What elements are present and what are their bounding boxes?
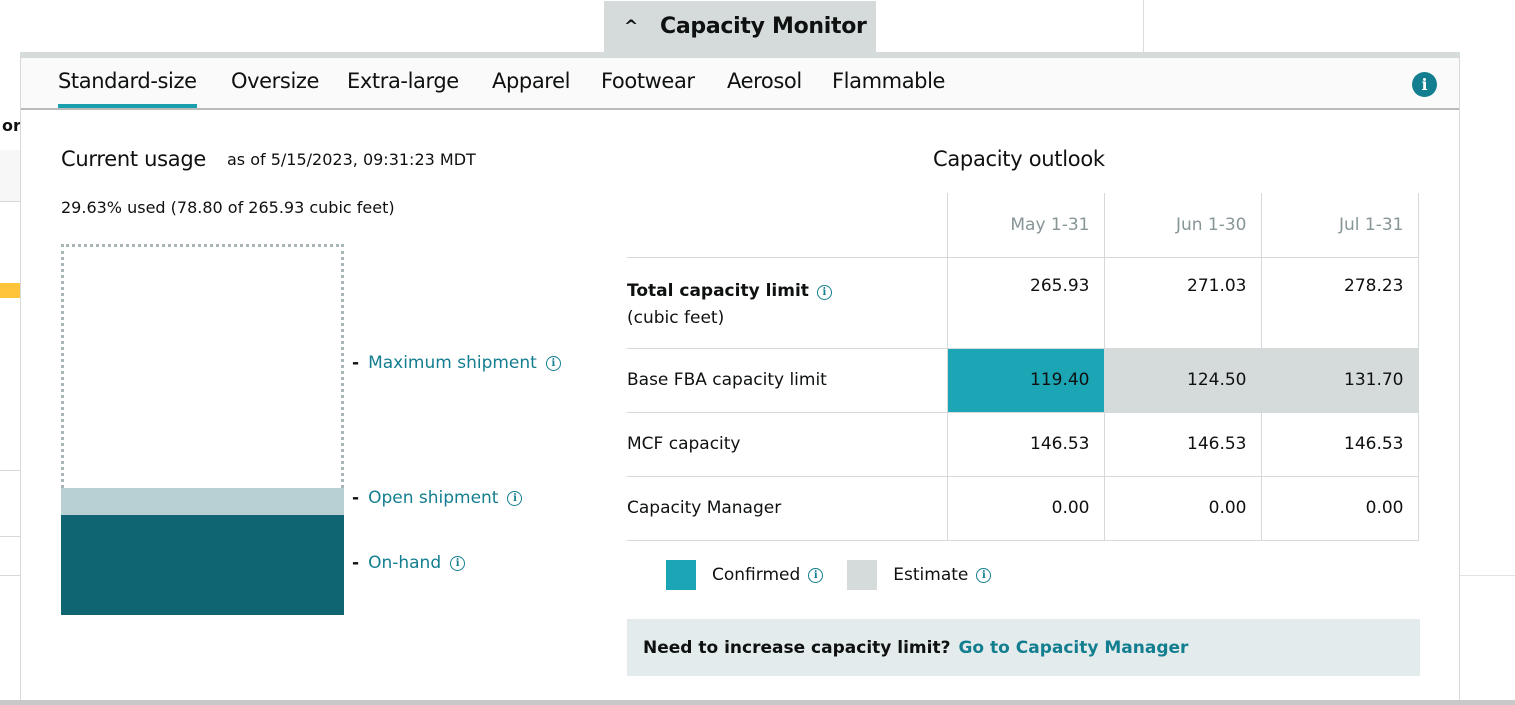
legend-label: Estimate: [893, 565, 969, 585]
info-icon[interactable]: i: [507, 490, 523, 506]
tab-footwear[interactable]: Footwear: [601, 69, 695, 93]
background-row-divider: [0, 536, 20, 537]
table-cell-confirmed: 119.40: [946, 348, 1104, 413]
capacity-outlook-table: May 1-31 Jun 1-30 Jul 1-31 Total capacit…: [627, 193, 1419, 541]
current-usage-timestamp: as of 5/15/2023, 09:31:23 MDT: [227, 150, 476, 169]
row-label: Total capacity limit i (cubic feet): [627, 257, 947, 349]
background-divider: [1143, 0, 1144, 52]
current-usage-summary: 29.63% used (78.80 of 265.93 cubic feet): [61, 198, 395, 217]
open-shipment-text: Open shipment: [368, 488, 499, 508]
legend-item-confirmed: Confirmed i: [666, 560, 824, 590]
tab-apparel[interactable]: Apparel: [492, 69, 570, 93]
row-label: Capacity Manager: [627, 476, 947, 541]
table-row-capacity-manager: Capacity Manager 0.00 0.00 0.00: [627, 476, 1419, 541]
maximum-shipment-text: Maximum shipment: [368, 353, 537, 373]
maximum-shipment-label[interactable]: - Maximum shipment i: [352, 353, 561, 373]
header-empty: [627, 193, 947, 258]
background-bottom-bar: [0, 700, 1515, 705]
column-header-jun: Jun 1-30: [1103, 193, 1261, 258]
dash-marker: -: [352, 353, 360, 373]
table-cell: 146.53: [946, 412, 1104, 477]
table-cell-estimate: 131.70: [1260, 348, 1419, 413]
table-cell-estimate: 124.50: [1103, 348, 1261, 413]
table-cell: 271.03: [1103, 257, 1261, 349]
table-row-mcf: MCF capacity 146.53 146.53 146.53: [627, 412, 1419, 477]
increase-capacity-banner: Need to increase capacity limit? Go to C…: [627, 619, 1420, 676]
table-row-base-fba: Base FBA capacity limit 119.40 124.50 13…: [627, 348, 1419, 413]
meter-maximum-shipment: [61, 244, 344, 488]
tab-flammable[interactable]: Flammable: [832, 69, 945, 93]
background-row: [0, 150, 20, 202]
tab-oversize[interactable]: Oversize: [231, 69, 319, 93]
dash-marker: -: [352, 553, 360, 573]
increase-capacity-question: Need to increase capacity limit?: [643, 637, 951, 658]
table-cell: 278.23: [1260, 257, 1419, 349]
table-cell: 265.93: [946, 257, 1104, 349]
storage-type-tabs: Standard-size Oversize Extra-large Appar…: [21, 58, 1459, 110]
background-highlight: [0, 283, 20, 298]
confirmed-swatch: [666, 560, 696, 590]
info-icon[interactable]: i: [450, 555, 466, 571]
table-header-row: May 1-31 Jun 1-30 Jul 1-31: [627, 193, 1419, 258]
background-row-divider: [0, 575, 20, 576]
tab-standard-size[interactable]: Standard-size: [58, 69, 197, 108]
table-row-total-capacity: Total capacity limit i (cubic feet) 265.9…: [627, 257, 1419, 349]
background-row-divider: [1460, 575, 1515, 576]
info-icon[interactable]: i: [545, 355, 561, 371]
row-label: Base FBA capacity limit: [627, 348, 947, 413]
table-cell: 0.00: [1260, 476, 1419, 541]
open-shipment-label[interactable]: - Open shipment i: [352, 488, 523, 508]
table-cell: 0.00: [946, 476, 1104, 541]
usage-meter: [61, 244, 344, 615]
info-icon[interactable]: i: [808, 567, 824, 583]
chevron-up-icon: ^: [624, 16, 639, 37]
table-cell: 146.53: [1260, 412, 1419, 477]
estimate-swatch: [847, 560, 878, 590]
table-cell: 146.53: [1103, 412, 1261, 477]
on-hand-text: On-hand: [368, 553, 442, 573]
current-usage-title: Current usage: [61, 147, 207, 171]
capacity-monitor-panel: Standard-size Oversize Extra-large Appar…: [20, 52, 1460, 700]
row-label: MCF capacity: [627, 412, 947, 477]
info-icon[interactable]: i: [1412, 72, 1437, 97]
background-text-fragment: or: [2, 116, 21, 135]
background-row-divider: [0, 470, 20, 471]
on-hand-label[interactable]: - On-hand i: [352, 553, 466, 573]
table-cell: 0.00: [1103, 476, 1261, 541]
dash-marker: -: [352, 488, 360, 508]
panel-title: Capacity Monitor: [660, 14, 867, 39]
meter-open-shipment: [61, 488, 344, 515]
tab-extra-large[interactable]: Extra-large: [347, 69, 459, 93]
tab-aerosol[interactable]: Aerosol: [727, 69, 802, 93]
legend-label: Confirmed: [712, 565, 801, 585]
background-row-divider: [0, 201, 20, 202]
capacity-outlook-title: Capacity outlook: [933, 147, 1105, 171]
units-label: (cubic feet): [627, 307, 725, 328]
meter-on-hand: [61, 515, 344, 615]
info-icon[interactable]: i: [976, 567, 992, 583]
info-icon[interactable]: i: [816, 284, 832, 300]
column-header-may: May 1-31: [946, 193, 1104, 258]
column-header-jul: Jul 1-31: [1260, 193, 1419, 258]
legend: Confirmed i Estimate i: [666, 560, 1015, 590]
total-capacity-label: Total capacity limit: [627, 280, 809, 301]
capacity-monitor-toggle[interactable]: ^ Capacity Monitor: [604, 1, 876, 52]
go-to-capacity-manager-link[interactable]: Go to Capacity Manager: [958, 638, 1188, 658]
legend-item-estimate: Estimate i: [847, 560, 992, 590]
